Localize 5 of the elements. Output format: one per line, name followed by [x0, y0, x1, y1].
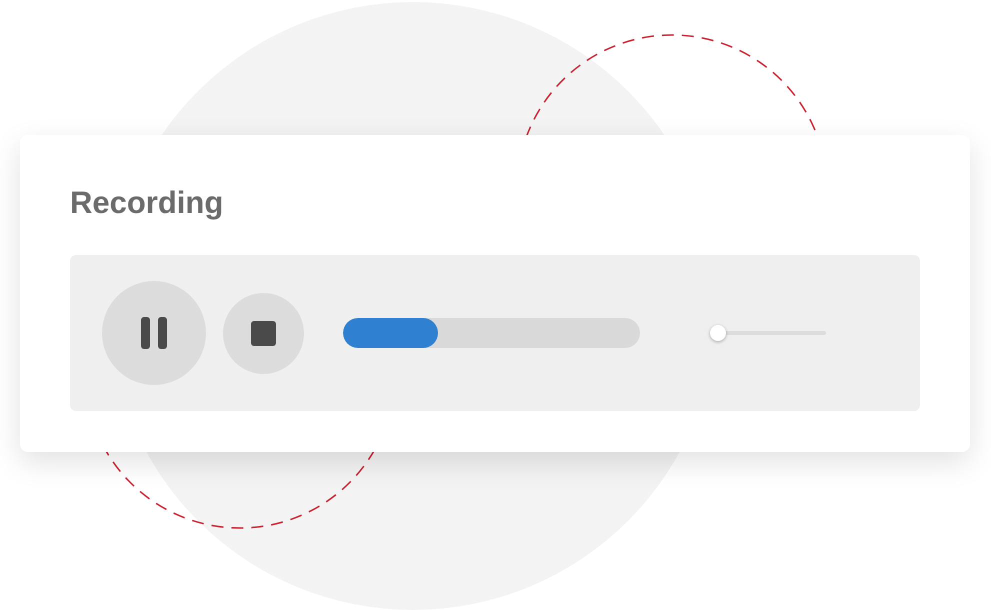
- pause-icon: [141, 317, 167, 349]
- stop-icon: [251, 320, 276, 346]
- card-title: Recording: [70, 185, 224, 221]
- volume-slider[interactable]: [712, 325, 826, 341]
- slider-thumb[interactable]: [710, 325, 726, 341]
